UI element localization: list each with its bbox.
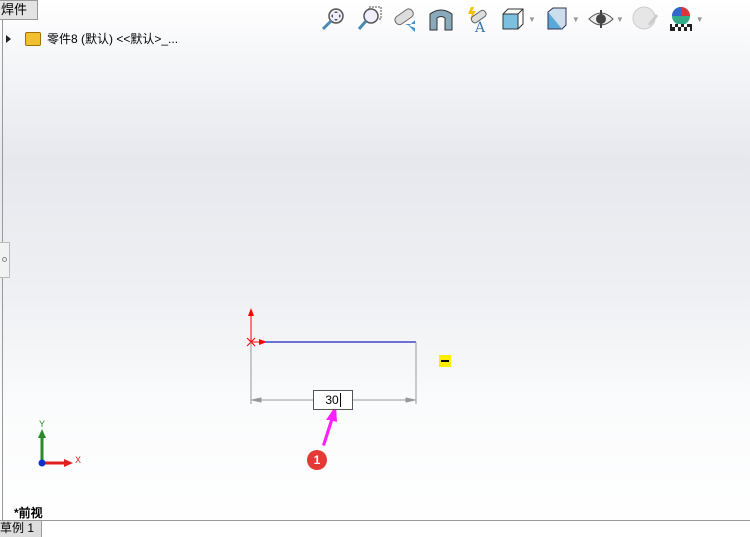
horizontal-relation-icon[interactable] — [439, 355, 451, 367]
y-axis-label: Y — [39, 419, 46, 429]
sketch-tab[interactable]: 草例 1 — [0, 521, 42, 537]
view-orientation-label: *前视 — [14, 506, 43, 520]
pointer-arrow — [322, 405, 337, 446]
sketch-origin-icon — [246, 308, 267, 347]
bottom-tab-bar: 草例 1 — [0, 520, 750, 537]
dimension-value: 30 — [325, 393, 339, 407]
dimension-value-input[interactable]: 30 — [313, 390, 353, 410]
sketch-canvas[interactable] — [0, 0, 750, 536]
x-axis-label: X — [75, 455, 82, 465]
callout-badge: 1 — [307, 450, 327, 470]
coordinate-triad — [38, 429, 73, 467]
